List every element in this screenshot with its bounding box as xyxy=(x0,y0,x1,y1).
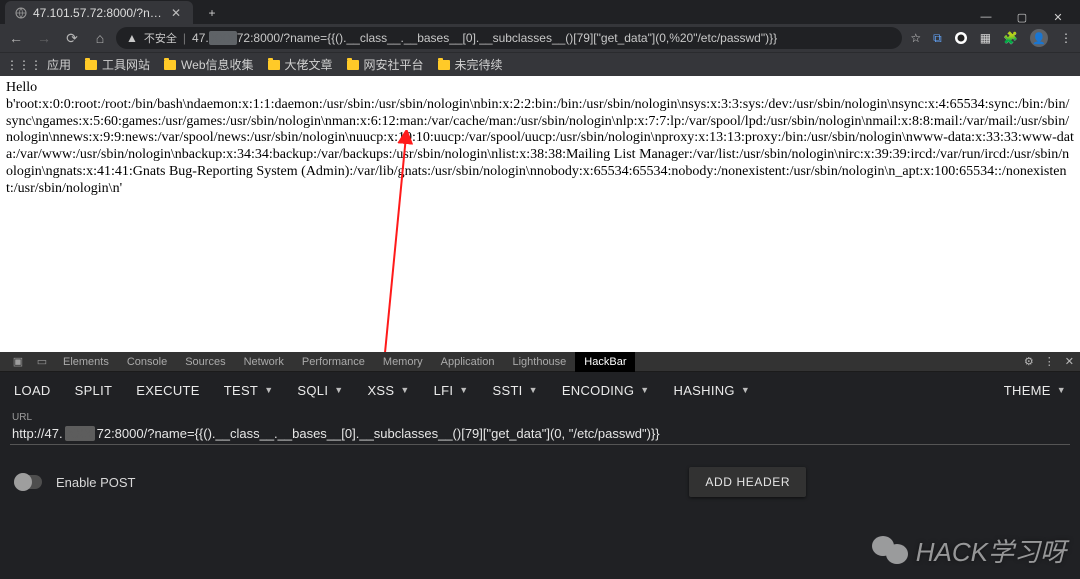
bookmarks-bar: ⋮⋮⋮ 应用 工具网站 Web信息收集 大佬文章 网安社平台 未完待续 xyxy=(0,52,1080,76)
device-icon[interactable]: ▭ xyxy=(30,355,54,368)
inspect-icon[interactable]: ▣ xyxy=(6,355,30,368)
devtools-tabstrip: ▣ ▭ Elements Console Sources Network Per… xyxy=(0,352,1080,372)
chrome-menu-icon[interactable]: ⋮ xyxy=(1060,31,1072,45)
chevron-down-icon: ▼ xyxy=(400,385,409,395)
chevron-down-icon: ▼ xyxy=(459,385,468,395)
reader-icon[interactable]: ⧉ xyxy=(933,31,942,46)
bookmark-folder[interactable]: Web信息收集 xyxy=(164,56,253,73)
hackbar-test-dropdown[interactable]: TEST▼ xyxy=(224,383,274,398)
hackbar-theme-dropdown[interactable]: THEME▼ xyxy=(1004,383,1066,398)
address-bar: ← → ⟳ ⌂ ▲ 不安全 | 47.XXX72:8000/?name={{()… xyxy=(0,24,1080,52)
passwd-dump-text: b'root:x:0:0:root:/root:/bin/bash\ndaemo… xyxy=(6,97,1074,198)
bookmark-folder[interactable]: 网安社平台 xyxy=(347,56,424,73)
apps-shortcut[interactable]: ⋮⋮⋮ 应用 xyxy=(6,56,71,73)
hackbar-encoding-dropdown[interactable]: ENCODING▼ xyxy=(562,383,650,398)
url-text: 47.XXX72:8000/?name={{().__class__.__bas… xyxy=(192,31,777,45)
devtools-tab-memory[interactable]: Memory xyxy=(374,352,432,372)
favicon-icon xyxy=(15,7,27,19)
folder-icon xyxy=(164,60,176,70)
hackbar-ssti-dropdown[interactable]: SSTI▼ xyxy=(493,383,538,398)
url-divider: | xyxy=(183,31,186,45)
hackbar-url-section: URL http://47.XXX72:8000/?name={{().__cl… xyxy=(0,408,1080,451)
hackbar-hashing-dropdown[interactable]: HASHING▼ xyxy=(674,383,751,398)
chevron-down-icon: ▼ xyxy=(741,385,750,395)
tab-strip: 47.101.57.72:8000/?name={{(). ✕ + — ▢ ✕ xyxy=(0,0,1080,24)
hackbar-load-button[interactable]: LOAD xyxy=(14,383,51,398)
folder-icon xyxy=(268,60,280,70)
security-warning-icon: ▲ xyxy=(126,31,138,45)
window-controls: — ▢ ✕ xyxy=(978,9,1080,24)
hackbar-toolbar: LOAD SPLIT EXECUTE TEST▼ SQLI▼ XSS▼ LFI▼… xyxy=(0,372,1080,408)
bookmark-folder[interactable]: 工具网站 xyxy=(85,56,150,73)
hackbar-url-label: URL xyxy=(10,408,1070,423)
devtools-tab-elements[interactable]: Elements xyxy=(54,352,118,372)
bookmark-folder[interactable]: 大佬文章 xyxy=(268,56,333,73)
hackbar-lfi-dropdown[interactable]: LFI▼ xyxy=(434,383,469,398)
hackbar-sqli-dropdown[interactable]: SQLI▼ xyxy=(297,383,343,398)
hackbar-xss-dropdown[interactable]: XSS▼ xyxy=(367,383,409,398)
reload-button[interactable]: ⟳ xyxy=(64,30,80,47)
hackbar-execute-button[interactable]: EXECUTE xyxy=(136,383,200,398)
hackbar-lower-row: Enable POST ADD HEADER xyxy=(0,451,1080,497)
hackbar-split-button[interactable]: SPLIT xyxy=(75,383,113,398)
devtools-tab-console[interactable]: Console xyxy=(118,352,176,372)
apps-label: 应用 xyxy=(47,56,71,73)
shield-icon[interactable] xyxy=(954,31,968,45)
window-close-button[interactable]: ✕ xyxy=(1050,11,1066,24)
new-tab-button[interactable]: + xyxy=(201,2,223,24)
security-label: 不安全 xyxy=(144,30,177,46)
devtools-tab-performance[interactable]: Performance xyxy=(293,352,374,372)
browser-tab[interactable]: 47.101.57.72:8000/?name={{(). ✕ xyxy=(5,1,193,24)
tab-close-icon[interactable]: ✕ xyxy=(169,6,183,20)
chevron-down-icon: ▼ xyxy=(334,385,343,395)
tab-title: 47.101.57.72:8000/?name={{(). xyxy=(33,6,163,20)
folder-icon xyxy=(347,60,359,70)
devtools-close-icon[interactable]: ✕ xyxy=(1065,355,1074,368)
devtools-settings-icon[interactable]: ⚙ xyxy=(1024,355,1034,368)
wechat-icon xyxy=(872,536,908,566)
page-viewport: Hello b'root:x:0:0:root:/root:/bin/bash\… xyxy=(0,76,1080,351)
back-button[interactable]: ← xyxy=(8,30,24,46)
chevron-down-icon: ▼ xyxy=(640,385,649,395)
devtools-tab-application[interactable]: Application xyxy=(432,352,504,372)
chevron-down-icon: ▼ xyxy=(529,385,538,395)
greeting-text: Hello xyxy=(6,80,1074,97)
browser-chrome: 47.101.57.72:8000/?name={{(). ✕ + — ▢ ✕ … xyxy=(0,0,1080,76)
window-min-button[interactable]: — xyxy=(978,11,994,24)
window-max-button[interactable]: ▢ xyxy=(1014,11,1030,24)
toolbar-right: ☆ ⧉ ▦ 🧩 👤 ⋮ xyxy=(910,29,1072,47)
add-header-button[interactable]: ADD HEADER xyxy=(689,467,806,497)
folder-icon xyxy=(85,60,97,70)
extensions-icon[interactable]: 🧩 xyxy=(1003,31,1018,45)
chevron-down-icon: ▼ xyxy=(264,385,273,395)
devtools-tab-hackbar[interactable]: HackBar xyxy=(575,352,635,372)
folder-icon xyxy=(438,60,450,70)
devtools-tab-network[interactable]: Network xyxy=(235,352,293,372)
watermark: HACK学习呀 xyxy=(872,532,1066,569)
hackbar-url-input[interactable]: http://47.XXX72:8000/?name={{().__class_… xyxy=(10,423,1070,445)
forward-button: → xyxy=(36,30,52,46)
profile-avatar[interactable]: 👤 xyxy=(1030,29,1048,47)
enable-post-toggle[interactable] xyxy=(14,475,42,489)
nav-buttons: ← → ⟳ ⌂ xyxy=(8,30,108,47)
ublock-icon[interactable]: ▦ xyxy=(980,31,991,45)
devtools-menu-icon[interactable]: ⋮ xyxy=(1044,355,1055,368)
apps-icon: ⋮⋮⋮ xyxy=(6,58,42,72)
devtools-tab-sources[interactable]: Sources xyxy=(176,352,234,372)
chevron-down-icon: ▼ xyxy=(1057,385,1066,395)
enable-post-label: Enable POST xyxy=(56,475,136,490)
omnibox[interactable]: ▲ 不安全 | 47.XXX72:8000/?name={{().__class… xyxy=(116,27,902,49)
bookmark-folder[interactable]: 未完待续 xyxy=(438,56,503,73)
bookmark-star-icon[interactable]: ☆ xyxy=(910,31,921,45)
devtools-tab-lighthouse[interactable]: Lighthouse xyxy=(503,352,575,372)
watermark-text: HACK学习呀 xyxy=(916,532,1066,569)
home-button[interactable]: ⌂ xyxy=(92,30,108,46)
